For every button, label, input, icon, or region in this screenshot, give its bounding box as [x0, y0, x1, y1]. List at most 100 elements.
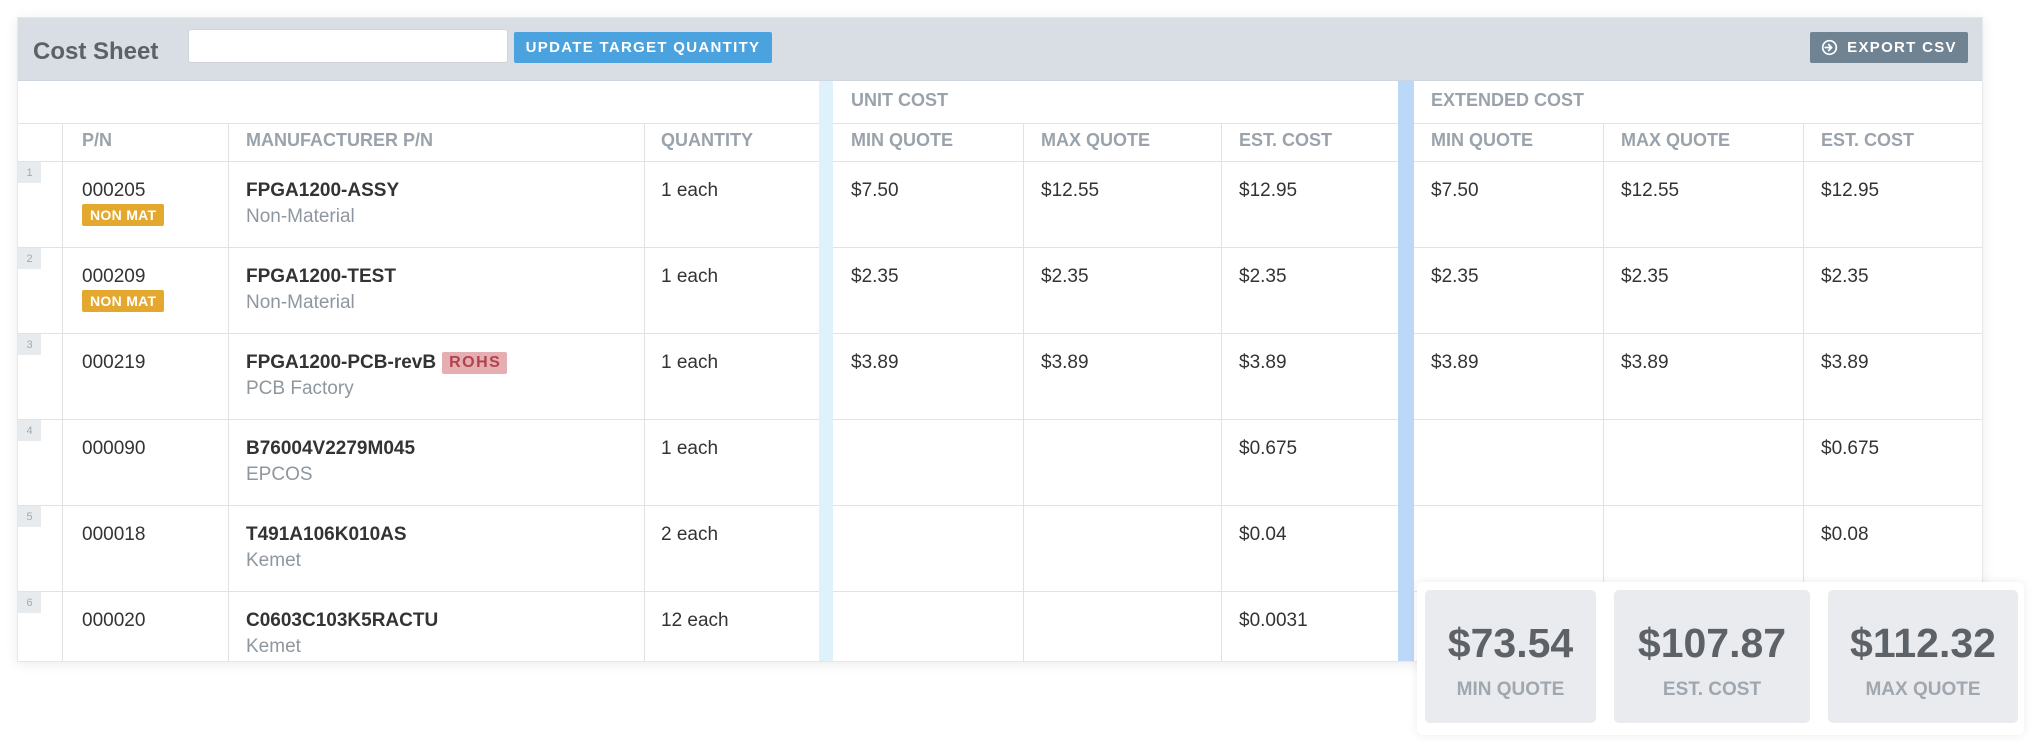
cost-cell-unit-est: $12.95: [1239, 180, 1298, 201]
summary-max-quote-value: $112.32: [1850, 620, 1996, 666]
table-row[interactable]: [18, 505, 1982, 591]
update-target-quantity-button[interactable]: UPDATE TARGET QUANTITY: [514, 32, 772, 63]
manufacturer-name: Kemet: [246, 636, 301, 657]
manufacturer-part-number-text: FPGA1200-TEST: [246, 266, 396, 287]
col-header-ext-max-quote[interactable]: MAX QUOTE: [1621, 130, 1730, 151]
quantity-cell: 1 each: [661, 352, 719, 373]
manufacturer-part-number-text: B76004V2279M045: [246, 438, 416, 459]
row-divider: [1414, 123, 1982, 124]
manufacturer-part-number[interactable]: FPGA1200-TEST: [246, 266, 396, 288]
table-row[interactable]: [18, 419, 1982, 505]
cost-cell-ext-min: $3.89: [1431, 352, 1479, 373]
cost-cell-ext-est: $2.35: [1821, 266, 1869, 287]
toolbar: Cost Sheet UPDATE TARGET QUANTITY EXPORT…: [18, 18, 1982, 81]
manufacturer-part-number[interactable]: C0603C103K5RACTU: [246, 610, 438, 632]
cost-cell-unit-est: $0.0031: [1239, 610, 1308, 631]
cost-cell-unit-est: $0.04: [1239, 524, 1287, 545]
row-number: 6: [18, 592, 41, 613]
group-header-unit-cost: UNIT COST: [851, 90, 948, 110]
page-title: Cost Sheet: [33, 38, 159, 65]
col-header-ext-est-cost[interactable]: EST. COST: [1821, 130, 1914, 151]
cost-cell-ext-min: $7.50: [1431, 180, 1479, 201]
col-header-manufacturer-pn[interactable]: MANUFACTURER P/N: [246, 130, 433, 151]
table-row[interactable]: [18, 161, 1982, 247]
group-header-extended-cost: EXTENDED COST: [1431, 90, 1585, 110]
cost-cell-unit-max: $3.89: [1041, 352, 1089, 373]
export-csv-button[interactable]: EXPORT CSV: [1810, 32, 1968, 63]
row-divider: [18, 123, 819, 124]
col-header-quantity[interactable]: QUANTITY: [661, 130, 753, 151]
summary-est-cost-label: EST. COST: [1662, 679, 1762, 700]
cost-table: UNIT COST EXTENDED COST P/N MANUFACTURER…: [18, 81, 1982, 661]
manufacturer-name: EPCOS: [246, 464, 313, 485]
summary-min-quote: $73.54 MIN QUOTE: [1425, 590, 1596, 723]
summary-max-quote: $112.32 MAX QUOTE: [1828, 590, 2018, 723]
summary-est-cost-value: $107.87: [1637, 620, 1787, 666]
non-mat-badge: NON MAT: [82, 204, 165, 226]
target-quantity-input[interactable]: [188, 29, 508, 63]
manufacturer-part-number[interactable]: B76004V2279M045: [246, 438, 415, 460]
quantity-cell: 1 each: [661, 438, 719, 459]
manufacturer-part-number-text: FPGA1200-ASSY: [246, 180, 400, 201]
manufacturer-part-number[interactable]: FPGA1200-PCB-revB ROHS: [246, 352, 508, 374]
cost-cell-ext-est: $12.95: [1821, 180, 1880, 201]
manufacturer-part-number[interactable]: FPGA1200-ASSY: [246, 180, 399, 202]
cost-cell-ext-max: $2.35: [1621, 266, 1669, 287]
manufacturer-part-number-text: FPGA1200-PCB-revB: [246, 352, 437, 373]
part-number[interactable]: 000219: [82, 352, 145, 374]
row-number: 1: [18, 162, 41, 183]
cost-cell-ext-est: $0.675: [1821, 438, 1880, 459]
cost-summary: $73.54 MIN QUOTE $107.87 EST. COST $112.…: [1417, 582, 2024, 735]
cost-cell-unit-max: $2.35: [1041, 266, 1089, 287]
manufacturer-name: Non-Material: [246, 292, 355, 313]
export-icon: [1822, 39, 1838, 56]
part-number[interactable]: 000090: [82, 438, 145, 460]
cost-cell-ext-est: $3.89: [1821, 352, 1869, 373]
col-header-pn[interactable]: P/N: [82, 130, 112, 151]
cost-cell-unit-min: $7.50: [851, 180, 899, 201]
quantity-cell: 12 each: [661, 610, 729, 631]
part-number[interactable]: 000018: [82, 524, 145, 546]
part-number[interactable]: 000209: [82, 266, 145, 288]
cost-cell-unit-est: $0.675: [1239, 438, 1298, 459]
export-csv-label: EXPORT CSV: [1847, 39, 1957, 56]
col-header-unit-max-quote[interactable]: MAX QUOTE: [1041, 130, 1150, 151]
col-header-unit-min-quote[interactable]: MIN QUOTE: [851, 130, 953, 151]
rohs-badge: ROHS: [442, 352, 508, 374]
summary-min-quote-value: $73.54: [1447, 620, 1574, 666]
cost-cell-unit-max: $12.55: [1041, 180, 1100, 201]
part-number[interactable]: 000205: [82, 180, 145, 202]
manufacturer-part-number[interactable]: T491A106K010AS: [246, 524, 407, 546]
manufacturer-part-number-text: T491A106K010AS: [246, 524, 407, 545]
row-number: 3: [18, 334, 41, 355]
quantity-cell: 1 each: [661, 266, 719, 287]
table-row[interactable]: [18, 333, 1982, 419]
summary-max-quote-label: MAX QUOTE: [1865, 679, 1981, 700]
part-number[interactable]: 000020: [82, 610, 145, 632]
cost-cell-unit-est: $3.89: [1239, 352, 1287, 373]
cost-cell-ext-max: $3.89: [1621, 352, 1669, 373]
cost-cell-ext-est: $0.08: [1821, 524, 1869, 545]
row-number: 2: [18, 248, 41, 269]
cost-cell-ext-min: $2.35: [1431, 266, 1479, 287]
manufacturer-name: Non-Material: [246, 206, 355, 227]
cost-sheet-panel: Cost Sheet UPDATE TARGET QUANTITY EXPORT…: [17, 17, 1983, 662]
col-header-ext-min-quote[interactable]: MIN QUOTE: [1431, 130, 1533, 151]
manufacturer-part-number-text: C0603C103K5RACTU: [246, 610, 439, 631]
table-row[interactable]: [18, 247, 1982, 333]
non-mat-badge: NON MAT: [82, 290, 165, 312]
row-number: 4: [18, 420, 41, 441]
row-number: 5: [18, 506, 41, 527]
summary-min-quote-label: MIN QUOTE: [1456, 679, 1565, 700]
cost-cell-unit-est: $2.35: [1239, 266, 1287, 287]
cost-cell-unit-min: $3.89: [851, 352, 899, 373]
quantity-cell: 2 each: [661, 524, 719, 545]
summary-est-cost: $107.87 EST. COST: [1614, 590, 1810, 723]
col-header-unit-est-cost[interactable]: EST. COST: [1239, 130, 1332, 151]
row-divider: [833, 123, 1398, 124]
manufacturer-name: PCB Factory: [246, 378, 354, 399]
quantity-cell: 1 each: [661, 180, 719, 201]
cost-cell-ext-max: $12.55: [1621, 180, 1680, 201]
manufacturer-name: Kemet: [246, 550, 301, 571]
cost-cell-unit-min: $2.35: [851, 266, 899, 287]
